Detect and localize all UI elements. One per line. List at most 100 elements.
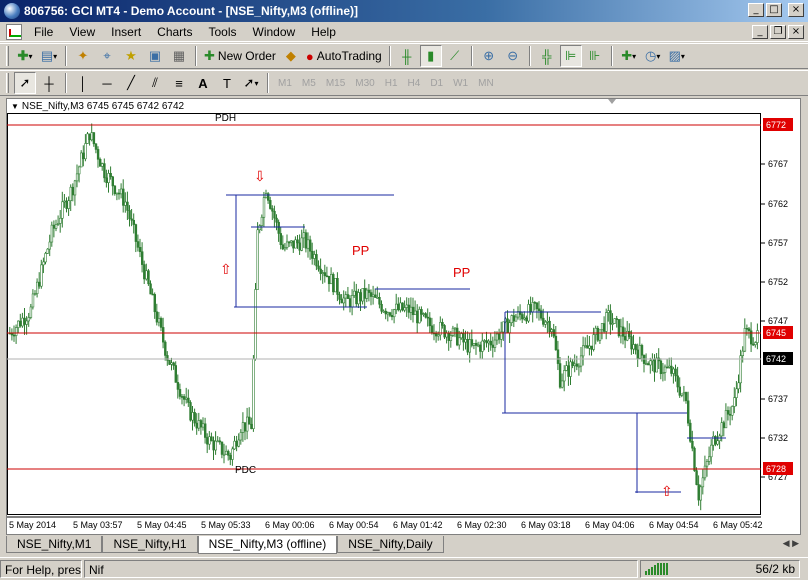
candle-body bbox=[443, 325, 446, 338]
candlestick-chart-icon[interactable]: ▮ bbox=[419, 45, 442, 67]
chart-shift-marker[interactable] bbox=[608, 99, 616, 104]
templates-button[interactable]: ▨ ▾ bbox=[666, 45, 688, 67]
candle-body bbox=[197, 420, 201, 429]
mdi-restore-button[interactable]: ❐ bbox=[770, 25, 786, 39]
candle-body bbox=[506, 318, 509, 334]
time-tick: 5 May 05:33 bbox=[201, 520, 251, 530]
candle-body bbox=[86, 133, 89, 144]
mdi-close-button[interactable]: × bbox=[788, 25, 804, 39]
pdh-price-tag: 6772 bbox=[763, 118, 793, 131]
navigator-icon[interactable]: ★ bbox=[120, 45, 142, 67]
candle-body bbox=[313, 254, 316, 259]
candle-body bbox=[512, 315, 516, 322]
candle-body bbox=[237, 439, 240, 447]
candle-body bbox=[619, 326, 623, 337]
candle-body bbox=[411, 306, 415, 316]
market-watch-icon[interactable]: ✦ bbox=[72, 45, 94, 67]
trendline-icon[interactable]: ╱ bbox=[120, 72, 142, 94]
time-tick: 6 May 03:18 bbox=[521, 520, 571, 530]
candle-body bbox=[210, 436, 213, 441]
data-window-icon[interactable]: ⌖ bbox=[96, 45, 118, 67]
candle-body bbox=[96, 149, 100, 160]
timeframe-w1[interactable]: W1 bbox=[448, 78, 473, 89]
candle-body bbox=[29, 306, 33, 318]
tab-nse-nifty-h1[interactable]: NSE_Nifty,H1 bbox=[102, 536, 198, 553]
equidistant-channel-icon[interactable]: ⫽ bbox=[144, 72, 166, 94]
profiles-button[interactable]: ▤ ▾ bbox=[38, 45, 60, 67]
timeframe-m30[interactable]: M30 bbox=[350, 78, 379, 89]
close-button[interactable]: × bbox=[788, 3, 804, 17]
price-tick: 6757 bbox=[768, 238, 788, 248]
mdi-minimize-button[interactable]: _ bbox=[752, 25, 768, 39]
svg-text:6745: 6745 bbox=[766, 328, 786, 338]
candle-body bbox=[420, 309, 423, 315]
autotrading-button[interactable]: ● AutoTrading bbox=[304, 45, 384, 67]
metaeditor-icon[interactable]: ◆ bbox=[280, 45, 302, 67]
menu-file[interactable]: File bbox=[26, 23, 61, 41]
candle-body bbox=[628, 330, 631, 337]
menu-window[interactable]: Window bbox=[245, 23, 304, 41]
menu-view[interactable]: View bbox=[61, 23, 103, 41]
zoom-out-icon[interactable]: ⊖ bbox=[502, 45, 524, 67]
autoscroll-icon[interactable]: ⊪ bbox=[584, 45, 606, 67]
candle-body bbox=[191, 412, 194, 421]
timeframe-mn[interactable]: MN bbox=[473, 78, 499, 89]
zoom-in-icon[interactable]: ⊕ bbox=[478, 45, 500, 67]
candle-body bbox=[565, 365, 568, 371]
candle-body bbox=[229, 455, 232, 460]
tab-scroll-arrows[interactable]: ◀ ▶ bbox=[783, 538, 799, 549]
cursor-icon[interactable]: ➚ bbox=[14, 72, 36, 94]
timeframe-h4[interactable]: H4 bbox=[403, 78, 426, 89]
text-label-icon[interactable]: T bbox=[216, 72, 238, 94]
candle-body bbox=[306, 239, 310, 249]
candle-body bbox=[109, 173, 112, 178]
candle-body bbox=[44, 253, 47, 263]
candle-body bbox=[485, 340, 488, 344]
candle-body bbox=[48, 241, 52, 250]
chart-window[interactable]: ▼ NSE_Nifty,M3 6745 6745 6742 6742 ⇩ ⇧ ⇧… bbox=[6, 98, 801, 535]
menu-tools[interactable]: Tools bbox=[201, 23, 245, 41]
candle-body bbox=[151, 293, 154, 296]
indicators-button[interactable]: ✚ ▾ bbox=[618, 45, 640, 67]
timeframe-d1[interactable]: D1 bbox=[425, 78, 448, 89]
vertical-line-icon[interactable]: │ bbox=[72, 72, 94, 94]
candle-body bbox=[304, 232, 308, 249]
candle-body bbox=[558, 363, 562, 388]
menu-help[interactable]: Help bbox=[303, 23, 344, 41]
minimize-button[interactable]: _ bbox=[748, 3, 764, 17]
tile-windows-icon[interactable]: ╬ bbox=[536, 45, 558, 67]
horizontal-line-icon[interactable]: ─ bbox=[96, 72, 118, 94]
crosshair-icon[interactable]: ┼ bbox=[38, 72, 60, 94]
candle-body bbox=[493, 339, 497, 348]
periods-button[interactable]: ◷ ▾ bbox=[642, 45, 664, 67]
new-order-button[interactable]: ✚ New Order bbox=[202, 45, 278, 67]
timeframe-h1[interactable]: H1 bbox=[380, 78, 403, 89]
bar-chart-icon[interactable]: ╫ bbox=[396, 45, 418, 67]
price-chart[interactable]: ⇩ ⇧ ⇧ PDH PDC PP PP 6767 6762 6757 6752 … bbox=[7, 99, 802, 536]
maximize-button[interactable]: □ bbox=[766, 3, 782, 17]
candle-body bbox=[94, 143, 98, 150]
window-title: 806756: GCI MT4 - Demo Account - [NSE_Ni… bbox=[24, 4, 359, 18]
new-chart-button[interactable]: ✚ ▾ bbox=[14, 45, 36, 67]
candle-body bbox=[273, 210, 276, 219]
menu-charts[interactable]: Charts bbox=[149, 23, 200, 41]
tab-nse-nifty-m1[interactable]: NSE_Nifty,M1 bbox=[6, 536, 103, 553]
fibonacci-icon[interactable]: ≡ bbox=[168, 72, 190, 94]
timeframe-m5[interactable]: M5 bbox=[297, 78, 321, 89]
candle-body bbox=[388, 312, 392, 316]
arrows-button[interactable]: ➚ ▾ bbox=[240, 72, 262, 94]
timeframe-m15[interactable]: M15 bbox=[321, 78, 350, 89]
candle-body bbox=[348, 298, 352, 308]
candle-body bbox=[661, 372, 665, 375]
tab-nse-nifty-m3[interactable]: NSE_Nifty,M3 (offline) bbox=[197, 536, 338, 554]
text-icon[interactable]: A bbox=[192, 72, 214, 94]
menu-insert[interactable]: Insert bbox=[103, 23, 149, 41]
terminal-icon[interactable]: ▣ bbox=[144, 45, 166, 67]
candle-body bbox=[701, 477, 705, 488]
candle-body bbox=[67, 200, 70, 209]
timeframe-m1[interactable]: M1 bbox=[273, 78, 297, 89]
tab-nse-nifty-daily[interactable]: NSE_Nifty,Daily bbox=[337, 536, 444, 553]
chart-shift-icon[interactable]: ⊫ bbox=[559, 45, 582, 67]
line-chart-icon[interactable]: ⟋ bbox=[444, 45, 466, 67]
tester-icon[interactable]: ▦ bbox=[168, 45, 190, 67]
